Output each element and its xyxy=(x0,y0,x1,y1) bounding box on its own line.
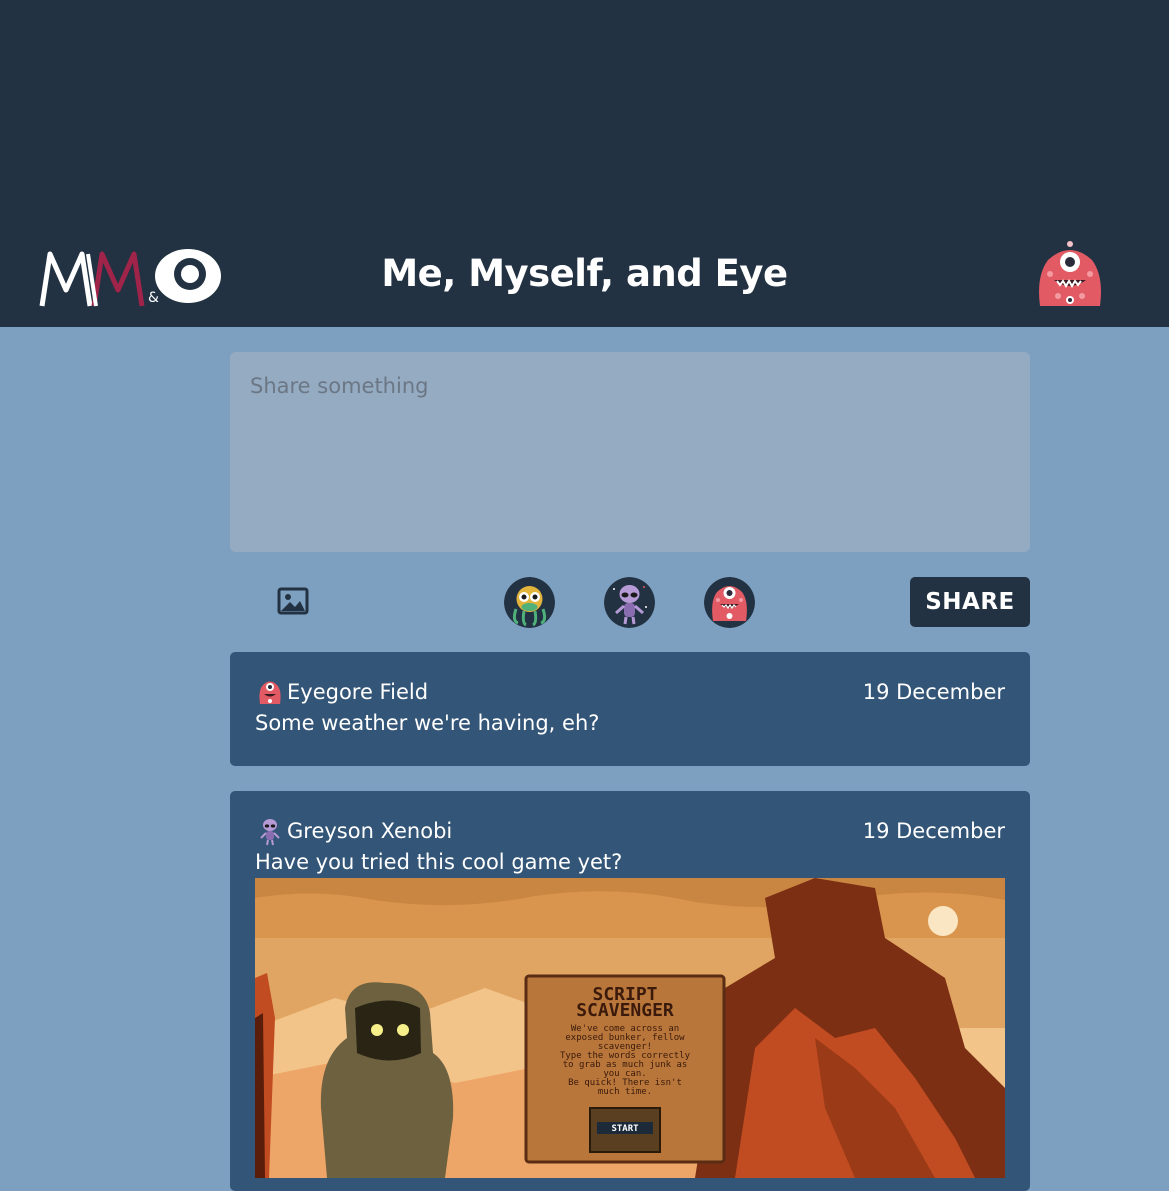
page-title: Me, Myself, and Eye xyxy=(381,252,788,295)
post-card: Greyson Xenobi 19 December Have you trie… xyxy=(230,791,1030,1191)
red-cyclops-monster-icon[interactable] xyxy=(704,577,755,628)
share-input[interactable] xyxy=(230,352,1030,552)
start-button-label: START xyxy=(611,1124,639,1134)
author-name: Eyegore Field xyxy=(287,680,429,704)
game-title-line2: SCAVENGER xyxy=(576,1000,674,1021)
green-octopus-monster-icon[interactable] xyxy=(504,577,555,628)
post-date: 19 December xyxy=(862,819,1005,843)
author-name: Greyson Xenobi xyxy=(287,819,453,843)
share-button[interactable]: SHARE xyxy=(910,577,1030,627)
post-header: Greyson Xenobi 19 December xyxy=(255,815,1005,847)
app-header: & Me, Myself, and Eye xyxy=(0,0,1169,327)
red-cyclops-monster-icon[interactable] xyxy=(1028,236,1112,320)
post-header: Eyegore Field 19 December xyxy=(255,676,1005,708)
post-card: Eyegore Field 19 December Some weather w… xyxy=(230,652,1030,766)
red-cyclops-monster-icon xyxy=(259,681,281,704)
image-icon[interactable] xyxy=(277,587,309,615)
post-date: 19 December xyxy=(862,680,1005,704)
game-description-line: much time. xyxy=(598,1087,652,1097)
post-text: Have you tried this cool game yet? xyxy=(255,850,623,874)
game-screenshot-image[interactable]: SCRIPT SCAVENGER We've come across anexp… xyxy=(255,878,1005,1178)
post-text: Some weather we're having, eh? xyxy=(255,711,600,735)
purple-alien-icon[interactable] xyxy=(604,577,655,628)
post-author[interactable]: Greyson Xenobi xyxy=(255,816,452,846)
post-author[interactable]: Eyegore Field xyxy=(255,677,428,707)
purple-alien-icon xyxy=(260,819,280,846)
